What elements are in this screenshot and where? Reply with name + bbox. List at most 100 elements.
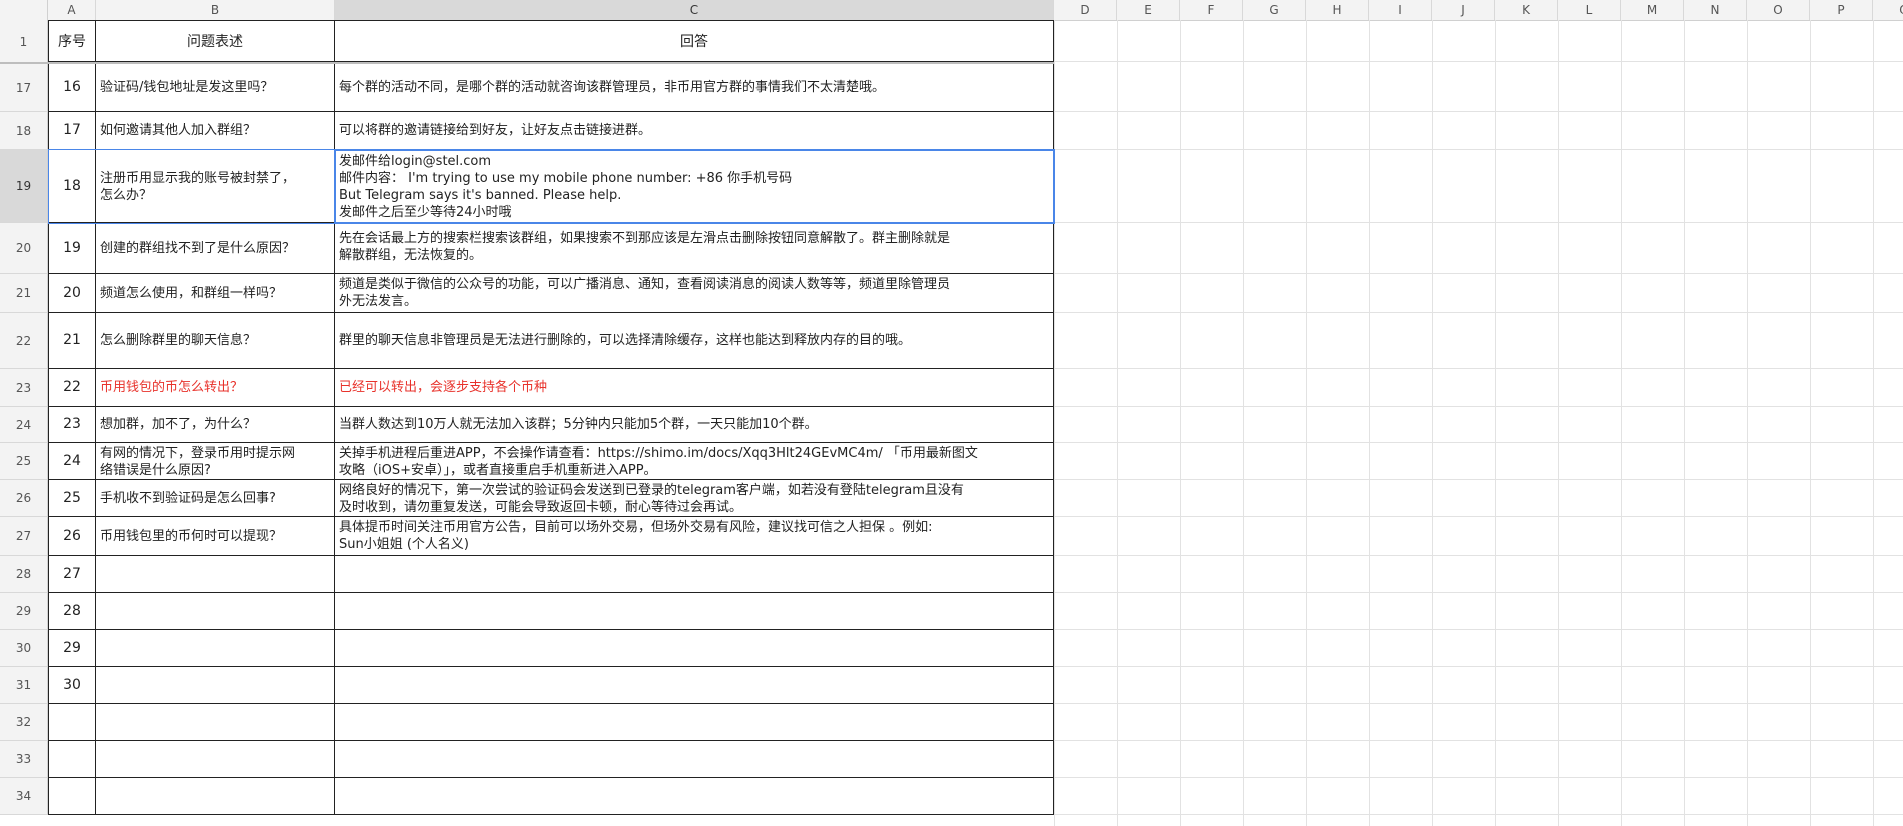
question-cell[interactable] [96,778,335,815]
answer-cell[interactable]: 当群人数达到10万人就无法加入该群；5分钟内只能加5个群，一天只能加10个群。 [335,407,1054,443]
row-header-27[interactable]: 27 [0,517,48,556]
answer-cell[interactable] [335,556,1054,593]
row-header-17[interactable]: 17 [0,64,48,112]
column-header-g[interactable]: G [1243,0,1306,20]
seq-cell[interactable]: 28 [48,593,96,630]
column-header-m[interactable]: M [1621,0,1684,20]
question-cell[interactable]: 币用钱包里的币何时可以提现？ [96,517,335,556]
row-header-25[interactable]: 25 [0,443,48,480]
answer-line: 邮件内容： I'm trying to use my mobile phone … [339,171,793,186]
answer-cell[interactable]: 关掉手机进程后重进APP，不会操作请查看：https://shimo.im/do… [335,443,1054,480]
answer-cell[interactable] [335,778,1054,815]
column-header-a[interactable]: A [48,0,96,20]
question-cell[interactable] [96,556,335,593]
row-header-33[interactable]: 33 [0,741,48,778]
column-header-l[interactable]: L [1558,0,1621,20]
column-header-k[interactable]: K [1495,0,1558,20]
seq-cell[interactable]: 17 [48,112,96,150]
answer-cell[interactable] [335,593,1054,630]
answer-cell[interactable]: 网络良好的情况下，第一次尝试的验证码会发送到已登录的telegram客户端，如若… [335,480,1054,517]
column-header-j[interactable]: J [1432,0,1495,20]
seq-cell[interactable]: 24 [48,443,96,480]
row-header-21[interactable]: 21 [0,274,48,313]
question-cell[interactable]: 验证码/钱包地址是发这里吗？ [96,64,335,112]
question-cell[interactable]: 想加群，加不了，为什么？ [96,407,335,443]
row-header-31[interactable]: 31 [0,667,48,704]
question-cell[interactable]: 币用钱包的币怎么转出？ [96,369,335,407]
question-cell[interactable]: 注册币用显示我的账号被封禁了， 怎么办？ [96,150,335,223]
seq-cell[interactable]: 27 [48,556,96,593]
gridline [1873,20,1874,826]
answer-cell[interactable] [335,667,1054,704]
seq-cell[interactable]: 23 [48,407,96,443]
row-header-26[interactable]: 26 [0,480,48,517]
column-header-q[interactable]: Q [1873,0,1903,20]
column-header-p[interactable]: P [1810,0,1873,20]
answer-cell[interactable]: 频道是类似于微信的公众号的功能，可以广播消息、通知，查看阅读消息的阅读人数等等，… [335,274,1054,313]
seq-cell[interactable] [48,778,96,815]
column-header-c[interactable]: C [335,0,1054,20]
seq-cell[interactable]: 25 [48,480,96,517]
question-cell[interactable]: 创建的群组找不到了是什么原因？ [96,223,335,274]
answer-cell[interactable]: 群里的聊天信息非管理员是无法进行删除的，可以选择清除缓存，这样也能达到释放内存的… [335,313,1054,369]
answer-cell[interactable]: 具体提币时间关注币用官方公告，目前可以场外交易，但场外交易有风险，建议找可信之人… [335,517,1054,556]
answer-cell[interactable]: 已经可以转出，会逐步支持各个币种 [335,369,1054,407]
column-header-n[interactable]: N [1684,0,1747,20]
answer-cell[interactable]: 先在会话最上方的搜索栏搜索该群组，如果搜索不到那应该是左滑点击删除按钮同意解散了… [335,223,1054,274]
gridline [1054,61,1903,62]
seq-cell[interactable]: 16 [48,64,96,112]
row-header-28[interactable]: 28 [0,556,48,593]
seq-cell[interactable]: 22 [48,369,96,407]
seq-cell[interactable]: 30 [48,667,96,704]
header-cell-col-b[interactable]: 问题表述 [96,20,335,62]
row-header-20[interactable]: 20 [0,223,48,274]
seq-cell[interactable]: 18 [48,150,96,223]
question-cell[interactable] [96,704,335,741]
select-all-corner[interactable] [0,0,48,20]
row-header-32[interactable]: 32 [0,704,48,741]
question-cell[interactable] [96,630,335,667]
header-cell-col-c[interactable]: 回答 [335,20,1054,62]
answer-cell[interactable]: 每个群的活动不同，是哪个群的活动就咨询该群管理员，非币用官方群的事情我们不太清楚… [335,64,1054,112]
seq-cell[interactable] [48,741,96,778]
row-header-23[interactable]: 23 [0,369,48,407]
answer-cell[interactable] [335,741,1054,778]
question-cell[interactable] [96,667,335,704]
row-header-19[interactable]: 19 [0,150,48,223]
answer-cell[interactable] [335,630,1054,667]
row-header-29[interactable]: 29 [0,593,48,630]
question-cell[interactable]: 频道怎么使用，和群组一样吗？ [96,274,335,313]
row-header-18[interactable]: 18 [0,112,48,150]
answer-cell[interactable]: 发邮件给login@stel.com 邮件内容： I'm trying to us… [335,150,1054,223]
column-header-e[interactable]: E [1117,0,1180,20]
header-cell-col-a[interactable]: 序号 [48,20,96,62]
question-cell[interactable] [96,741,335,778]
question-cell[interactable]: 如何邀请其他人加入群组？ [96,112,335,150]
question-cell[interactable]: 怎么删除群里的聊天信息？ [96,313,335,369]
question-line: 怎么办？ [100,187,153,203]
row-header-34[interactable]: 34 [0,778,48,815]
gridline [1054,368,1903,369]
seq-cell[interactable] [48,704,96,741]
seq-cell[interactable]: 29 [48,630,96,667]
row-header-1[interactable]: 1 [0,20,48,64]
column-header-f[interactable]: F [1180,0,1243,20]
answer-cell[interactable] [335,704,1054,741]
row-header-22[interactable]: 22 [0,313,48,369]
seq-cell[interactable]: 21 [48,313,96,369]
question-cell[interactable]: 手机收不到验证码是怎么回事? [96,480,335,517]
question-cell[interactable] [96,593,335,630]
seq-cell[interactable]: 26 [48,517,96,556]
row-header-24[interactable]: 24 [0,407,48,443]
column-header-d[interactable]: D [1054,0,1117,20]
spreadsheet-grid[interactable]: ABCDEFGHIJKLMNOPQ 1序号问题表述回答 1716验证码/钱包地址是… [0,0,1903,826]
seq-cell[interactable]: 19 [48,223,96,274]
column-header-h[interactable]: H [1306,0,1369,20]
question-cell[interactable]: 有网的情况下，登录币用时提示网 络错误是什么原因? [96,443,335,480]
column-header-b[interactable]: B [96,0,335,20]
seq-cell[interactable]: 20 [48,274,96,313]
answer-cell[interactable]: 可以将群的邀请链接给到好友，让好友点击链接进群。 [335,112,1054,150]
row-header-30[interactable]: 30 [0,630,48,667]
column-header-o[interactable]: O [1747,0,1810,20]
column-header-i[interactable]: I [1369,0,1432,20]
